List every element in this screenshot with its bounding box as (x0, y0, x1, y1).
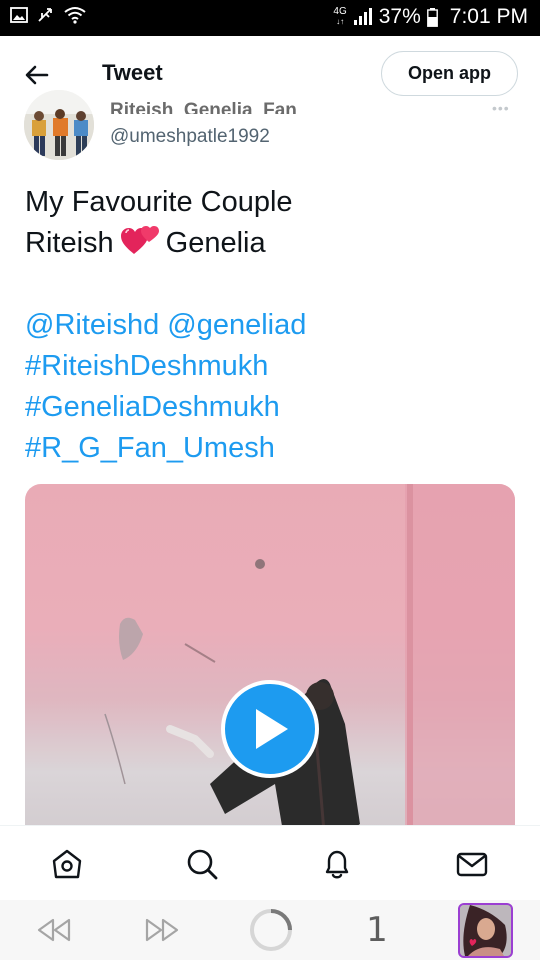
author-display-name[interactable]: Riteish_Genelia_Fan (110, 96, 297, 114)
play-icon (256, 709, 288, 749)
tab-search[interactable] (184, 846, 220, 882)
back-button[interactable] (22, 60, 52, 90)
browser-back-button[interactable] (34, 912, 74, 948)
hashtag-link[interactable]: #R_G_Fan_Umesh (25, 428, 306, 469)
notifications-icon (325, 850, 349, 879)
play-button[interactable] (221, 680, 319, 778)
mention-link[interactable]: @geneliad (167, 309, 306, 341)
browser-forward-button[interactable] (142, 912, 182, 948)
gallery-icon (10, 7, 28, 23)
fast-forward-icon (145, 918, 179, 942)
battery-icon (426, 7, 438, 27)
signal-icon (353, 8, 372, 25)
loading-spinner-icon (250, 909, 292, 951)
tabs-button[interactable]: 1 (360, 910, 394, 950)
rewind-icon (37, 918, 71, 942)
usb-icon (38, 8, 52, 22)
hashtag-link[interactable]: #RiteishDeshmukh (25, 346, 306, 387)
tab-notifications[interactable] (319, 846, 355, 882)
network-indicator: 4G ↓↑ (333, 6, 347, 27)
video-player[interactable] (25, 484, 515, 844)
tweet-text: My Favourite Couple Riteish Genelia @Rit… (25, 182, 306, 469)
wifi-icon (64, 7, 86, 24)
tweet-word-genelia: Genelia (165, 227, 266, 259)
loading-button[interactable] (248, 907, 294, 953)
network-type: 4G (333, 6, 347, 17)
clock: 7:01 PM (449, 5, 528, 28)
tweet-line-1: My Favourite Couple (25, 186, 293, 218)
two-hearts-emoji (120, 226, 159, 254)
tweet-line-2: Riteish Genelia (25, 223, 306, 264)
tab-count: 1 (366, 910, 388, 950)
tab-home[interactable] (49, 846, 85, 882)
avatar-image (24, 90, 94, 160)
profile-thumbnail[interactable] (458, 903, 513, 958)
video-thumbnail (25, 484, 515, 844)
home-icon (52, 849, 82, 879)
bottom-tab-bar (0, 825, 540, 900)
open-app-button[interactable]: Open app (381, 51, 518, 96)
tweet-word-riteish: Riteish (25, 227, 114, 259)
hashtag-link[interactable]: #GeneliaDeshmukh (25, 387, 306, 428)
status-bar: 4G ↓↑ 37% 7:01 PM (0, 0, 540, 36)
back-arrow-icon (25, 65, 49, 85)
mention-link[interactable]: @Riteishd (25, 309, 159, 341)
page-title: Tweet (102, 60, 163, 85)
more-options-icon[interactable]: ••• (492, 100, 510, 116)
avatar[interactable] (24, 90, 94, 160)
messages-icon (456, 852, 488, 877)
author-handle[interactable]: @umeshpatle1992 (110, 126, 270, 148)
tab-messages[interactable] (454, 846, 490, 882)
battery-percent: 37% (378, 5, 421, 28)
search-icon (187, 849, 218, 880)
profile-thumbnail-image (460, 905, 511, 956)
